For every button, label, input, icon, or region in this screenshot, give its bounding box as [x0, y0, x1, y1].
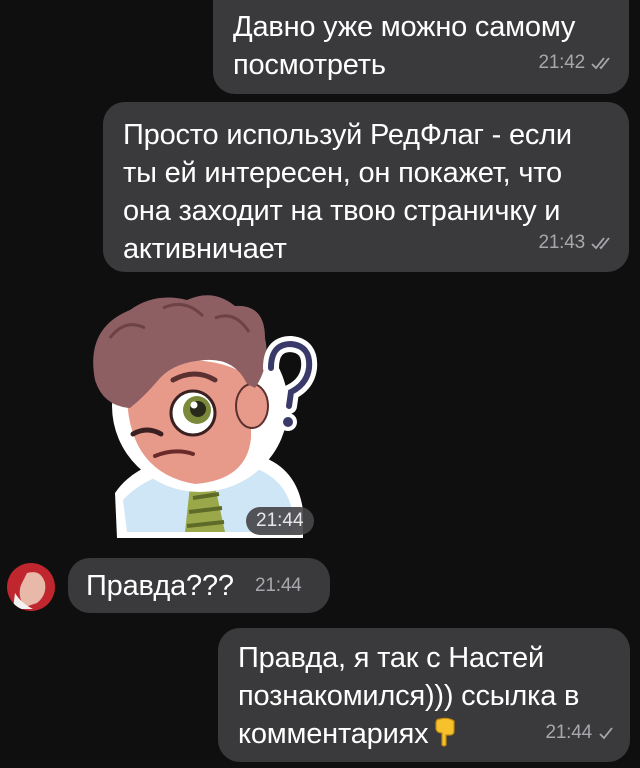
message-bubble-incoming[interactable]: Правда??? 21:44: [68, 558, 330, 613]
message-time: 21:42: [538, 52, 585, 73]
message-bubble-outgoing[interactable]: Давно уже можно самому посмотреть 21:42: [213, 0, 629, 94]
message-meta: 21:44: [255, 567, 302, 605]
message-meta: 21:44: [545, 714, 614, 752]
single-check-icon: [598, 726, 614, 740]
sticker-time: 21:44: [246, 507, 314, 535]
message-bubble-outgoing[interactable]: Просто используй РедФлаг - если ты ей ин…: [103, 102, 629, 272]
message-time: 21:43: [538, 232, 585, 253]
double-check-icon: [591, 56, 613, 70]
message-meta: 21:42: [538, 44, 613, 82]
message-text-content: Правда, я так с Настей познакомился))) с…: [238, 642, 580, 750]
message-meta: 21:43: [538, 224, 613, 262]
message-time: 21:44: [545, 722, 592, 743]
double-check-icon: [591, 236, 613, 250]
message-bubble-outgoing[interactable]: Правда, я так с Настей познакомился))) с…: [218, 628, 630, 762]
message-time: 21:44: [255, 575, 302, 596]
avatar[interactable]: [7, 563, 55, 611]
backhand-index-pointing-down-emoji-icon: [434, 717, 456, 757]
